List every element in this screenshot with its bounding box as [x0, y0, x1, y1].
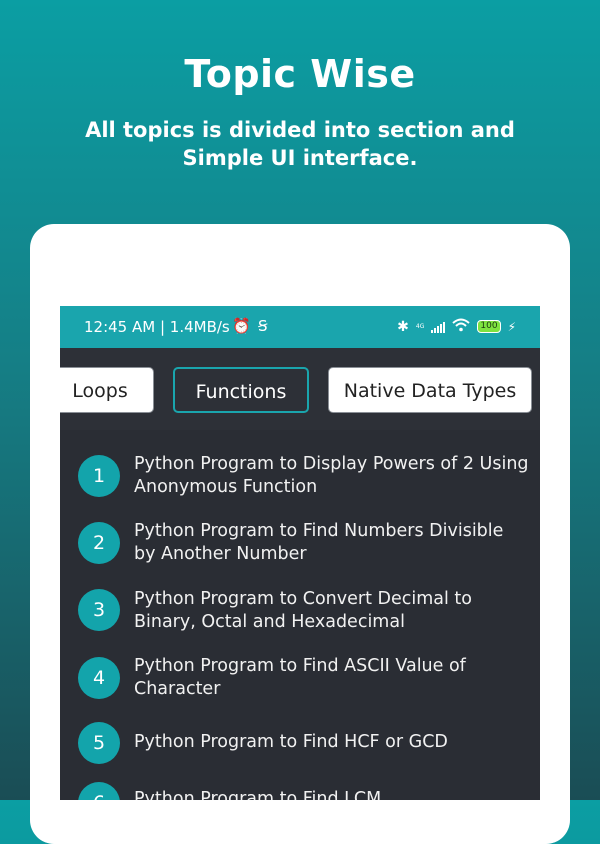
tab-functions[interactable]: Functions — [173, 367, 309, 413]
program-list: 1 Python Program to Display Powers of 2 … — [60, 431, 540, 800]
network-type-label: 4G — [415, 322, 425, 330]
item-number-badge: 6 — [78, 782, 120, 800]
category-tabs: Loops Functions Native Data Types — [60, 348, 540, 430]
promo-subline-2: Simple UI interface. — [182, 146, 418, 170]
item-number-badge: 3 — [78, 589, 120, 631]
status-icons: ✱ 4G 100 ⚡ — [397, 317, 516, 336]
item-title: Python Program to Find ASCII Value of Ch… — [134, 656, 466, 699]
item-title: Python Program to Convert Decimal to Bin… — [134, 589, 473, 632]
status-bar: 12:45 AM | 1.4MB/s ⏰ Ꞩ ✱ 4G 100 ⚡ — [60, 306, 540, 348]
item-title: Python Program to Find LCM — [134, 789, 382, 800]
bluetooth-icon: ✱ — [397, 318, 409, 335]
charging-icon: ⚡ — [507, 319, 516, 334]
alarm-icon: ⏰ — [232, 317, 251, 335]
item-number-badge: 1 — [78, 455, 120, 497]
item-title: Python Program to Find HCF or GCD — [134, 732, 448, 752]
promo-headline: Topic Wise — [184, 52, 416, 96]
promo-subline-1: All topics is divided into section and — [85, 118, 515, 142]
battery-icon: 100 — [477, 320, 501, 333]
item-number-badge: 5 — [78, 722, 120, 764]
app-screen: 12:45 AM | 1.4MB/s ⏰ Ꞩ ✱ 4G 100 ⚡ Loops … — [60, 306, 540, 800]
item-title: Python Program to Display Powers of 2 Us… — [134, 454, 529, 497]
s-notification-icon: Ꞩ — [258, 317, 268, 335]
tab-loops[interactable]: Loops — [60, 367, 154, 413]
item-title: Python Program to Find Numbers Divisible… — [134, 521, 504, 564]
promo-subheadline: All topics is divided into section and S… — [0, 116, 600, 172]
status-time: 12:45 AM | 1.4MB/s — [84, 318, 230, 336]
wifi-icon — [452, 317, 471, 336]
item-number-badge: 2 — [78, 522, 120, 564]
signal-icon — [431, 321, 446, 333]
tab-native-data-types[interactable]: Native Data Types — [328, 367, 532, 413]
item-number-badge: 4 — [78, 657, 120, 699]
